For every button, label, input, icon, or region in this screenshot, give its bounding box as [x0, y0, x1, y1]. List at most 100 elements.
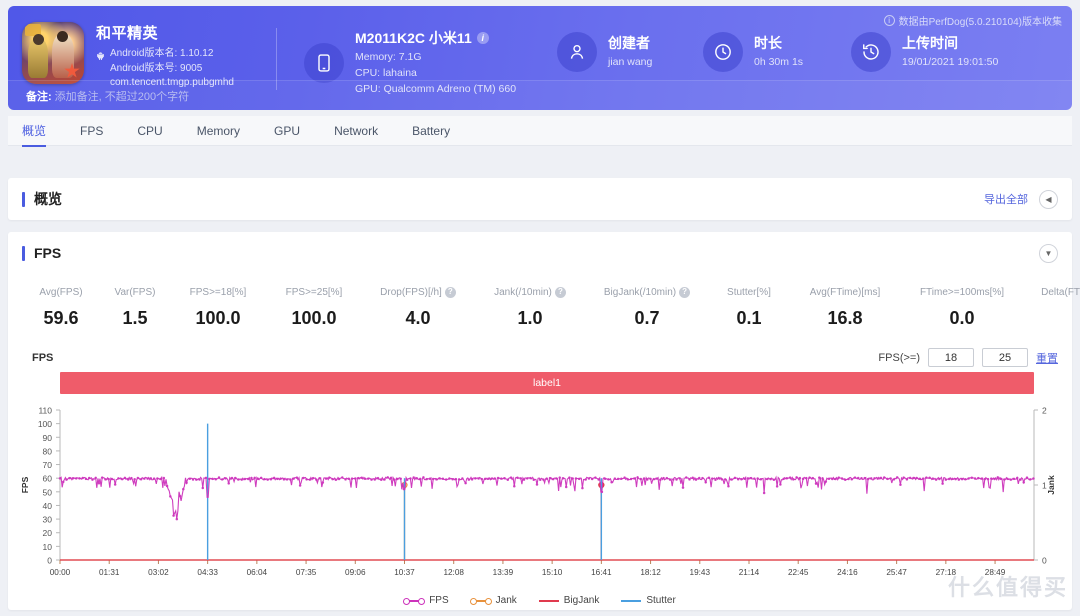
svg-text:28:49: 28:49 [985, 568, 1006, 577]
perfdog-report-page: i 数据由PerfDog(5.0.210104)版本收集 和平精英 Androi… [0, 0, 1080, 616]
legend-item-BigJank[interactable]: BigJank [538, 595, 600, 606]
stat-label: FTime>=100ms[%] [919, 286, 1005, 298]
svg-text:30: 30 [43, 515, 53, 525]
stat-value: 16.8 [827, 308, 863, 328]
legend-label: Stutter [646, 595, 676, 606]
stat-value: 4.0 [405, 308, 431, 328]
svg-text:0: 0 [1042, 556, 1047, 566]
svg-text:21:14: 21:14 [739, 568, 760, 577]
svg-text:24:16: 24:16 [837, 568, 858, 577]
overview-title-group: 概览 [22, 189, 62, 209]
svg-text:2: 2 [1042, 406, 1047, 416]
duration-title: 时长 [754, 35, 782, 52]
stat-FTime>=100ms[%]: FTime>=100ms[%] 0.0 [900, 284, 1024, 329]
legend-item-Stutter[interactable]: Stutter [621, 595, 676, 606]
stat-label: Avg(FTime)[ms] [809, 286, 881, 298]
tab-Battery[interactable]: Battery [395, 116, 467, 146]
svg-text:FPS: FPS [20, 476, 30, 493]
reset-button[interactable]: 重置 [1036, 350, 1058, 366]
svg-text:70: 70 [43, 460, 53, 470]
stat-label: Drop(FPS)[/h] [380, 286, 442, 298]
tab-CPU[interactable]: CPU [120, 116, 179, 146]
device-name: M2011K2C 小米11 [355, 30, 472, 46]
svg-text:40: 40 [43, 501, 53, 511]
svg-text:50: 50 [43, 487, 53, 497]
tab-GPU[interactable]: GPU [257, 116, 317, 146]
svg-text:60: 60 [43, 474, 53, 484]
svg-text:22:45: 22:45 [788, 568, 809, 577]
svg-text:110: 110 [38, 406, 52, 416]
clock-icon [703, 32, 743, 72]
tab-Memory[interactable]: Memory [180, 116, 257, 146]
fps-threshold-controls: FPS(>=) 重置 [878, 348, 1058, 367]
note-placeholder[interactable]: 添加备注, 不超过200个字符 [55, 88, 189, 104]
fps-title-group: FPS [22, 245, 61, 261]
stat-value: 59.6 [43, 308, 79, 328]
upload-value: 19/01/2021 19:01:50 [902, 56, 999, 69]
fps-chart[interactable]: 0 10 20 30 40 50 60 70 80 90 100 110 0 1 2 FPS Jank 00:00… [8, 400, 1072, 610]
export-all-button[interactable]: 导出全部 [984, 191, 1028, 207]
phone-icon [304, 42, 344, 83]
chevron-down-icon[interactable]: ▼ [1039, 243, 1058, 263]
stat-FPS>=25[%]: FPS>=25[%] 100.0 [266, 284, 362, 329]
tab-概览[interactable]: 概览 [8, 116, 63, 147]
tab-Network[interactable]: Network [317, 116, 395, 146]
tab-bar: 概览 FPS CPU Memory GPU Network Battery [8, 116, 1072, 147]
fps-threshold-input-2[interactable] [982, 348, 1028, 367]
svg-text:90: 90 [43, 433, 53, 443]
chevron-left-icon[interactable]: ◀ [1039, 189, 1058, 209]
legend-label: Jank [495, 595, 517, 606]
svg-text:00:00: 00:00 [50, 568, 71, 577]
duration-value: 0h 30m 1s [754, 56, 804, 69]
fps-title: FPS [34, 245, 62, 261]
svg-text:07:35: 07:35 [296, 568, 317, 577]
overview-title: 概览 [34, 191, 62, 207]
stat-label: Stutter[%] [727, 286, 771, 298]
legend-swatch [469, 597, 492, 605]
fps-card: FPS ▼ Avg(FPS) 59.6 Var(FPS) 1.5 FPS>=18[%] 1… [8, 232, 1080, 610]
perfdog-version-text: 数据由PerfDog(5.0.210104)版本收集 [898, 17, 1062, 28]
svg-text:13:39: 13:39 [493, 568, 514, 577]
legend-swatch [403, 597, 426, 605]
creator-info-block: 创建者 jian wang [557, 32, 652, 72]
help-icon[interactable]: ? [679, 286, 691, 298]
stat-Jank(/10min): Jank(/10min)? 1.0 [474, 284, 586, 329]
upload-info-block: 上传时间 19/01/2021 19:01:50 [851, 32, 998, 72]
stat-value: 1.0 [517, 308, 543, 328]
svg-text:15:10: 15:10 [542, 568, 563, 577]
tab-FPS[interactable]: FPS [63, 116, 120, 146]
stat-label: Delta(FTime)>100ms[/h] [1041, 286, 1080, 298]
fps-threshold-input-1[interactable] [928, 348, 974, 367]
info-icon: i [883, 15, 895, 26]
creator-title: 创建者 [608, 35, 650, 52]
duration-info-block: 时长 0h 30m 1s [703, 32, 803, 72]
svg-text:80: 80 [43, 446, 53, 456]
stat-label: BigJank(/10min) [603, 286, 677, 298]
device-title-row: M2011K2C 小米11 i [355, 28, 516, 48]
svg-text:0: 0 [47, 556, 52, 566]
svg-text:03:02: 03:02 [148, 568, 169, 577]
help-icon[interactable]: ? [554, 286, 566, 298]
stat-label: FPS>=18[%] [189, 286, 247, 298]
svg-text:25:47: 25:47 [886, 568, 907, 577]
svg-text:12:08: 12:08 [443, 568, 464, 577]
stat-value: 0.1 [736, 308, 762, 328]
legend-item-FPS[interactable]: FPS [403, 595, 449, 606]
legend-item-Jank[interactable]: Jank [469, 595, 517, 606]
app-version-code: Android版本号: 9005 [110, 62, 203, 74]
stat-value: 0.0 [949, 308, 975, 328]
svg-text:19:43: 19:43 [690, 568, 711, 577]
perfdog-version-note: i 数据由PerfDog(5.0.210104)版本收集 [883, 13, 1062, 28]
svg-text:Jank: Jank [1046, 475, 1056, 495]
stat-value: 100.0 [291, 308, 337, 328]
stat-label: Jank(/10min) [494, 286, 552, 298]
fps-chart-svg: 0102030405060708090100110012FPS Jank00:00… [20, 406, 1056, 578]
history-icon [851, 32, 891, 72]
note-row[interactable]: 备注: 添加备注, 不超过200个字符 [8, 80, 1072, 110]
help-icon[interactable]: ? [444, 286, 456, 298]
device-info-icon[interactable]: i [476, 32, 489, 44]
chart-series-label: FPS [32, 352, 54, 364]
label-band[interactable]: label1 [60, 372, 1034, 394]
legend-label: BigJank [563, 595, 600, 606]
stat-Var(FPS): Var(FPS) 1.5 [100, 284, 170, 329]
